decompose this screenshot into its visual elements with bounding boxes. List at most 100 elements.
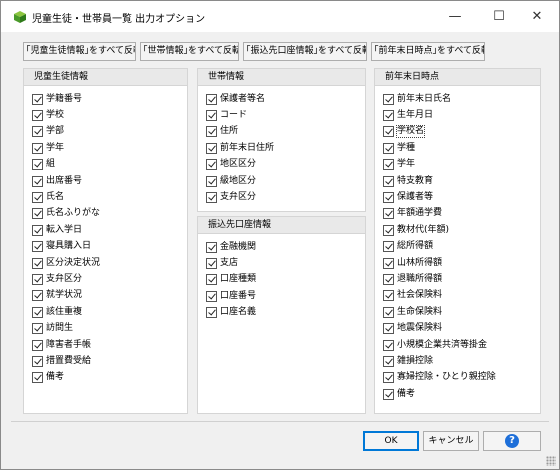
ok-button[interactable]: OK [363, 431, 419, 451]
checkbox[interactable] [383, 192, 394, 204]
checkbox[interactable] [383, 175, 394, 187]
checkbox[interactable] [383, 339, 394, 351]
checkbox-item[interactable]: 前年末日住所 [198, 140, 365, 156]
checkbox-item[interactable]: 社会保険料 [375, 288, 540, 304]
checkbox[interactable] [383, 159, 394, 171]
checkbox[interactable] [32, 175, 43, 187]
checkbox-item[interactable]: 山林所得額 [375, 255, 540, 271]
checkbox-item[interactable]: 支弁区分 [198, 189, 365, 205]
checkbox[interactable] [383, 126, 394, 138]
checkbox[interactable] [383, 355, 394, 367]
checkbox[interactable] [32, 93, 43, 105]
checkbox[interactable] [383, 241, 394, 253]
checkbox[interactable] [383, 273, 394, 285]
checkbox[interactable] [206, 274, 217, 286]
checkbox[interactable] [206, 126, 217, 138]
help-button[interactable]: ? [483, 431, 541, 451]
checkbox-item[interactable]: 保護者等 [375, 189, 540, 205]
checkbox-item[interactable]: 地区区分 [198, 157, 365, 173]
checkbox[interactable] [383, 290, 394, 302]
checkbox-item[interactable]: 就学状況 [24, 288, 187, 304]
checkbox[interactable] [32, 339, 43, 351]
checkbox[interactable] [206, 159, 217, 171]
checkbox-item[interactable]: 生年月日 [375, 107, 540, 123]
checkbox-item[interactable]: 備考 [375, 386, 540, 402]
checkbox[interactable] [383, 372, 394, 384]
checkbox[interactable] [32, 208, 43, 220]
checkbox-item[interactable]: 学校名 [375, 124, 540, 140]
checkbox-item[interactable]: 級地区分 [198, 173, 365, 189]
checkbox-item[interactable]: 特支教育 [375, 173, 540, 189]
checkbox[interactable] [32, 159, 43, 171]
checkbox[interactable] [32, 306, 43, 318]
checkbox[interactable] [32, 241, 43, 253]
checkbox[interactable] [383, 142, 394, 154]
checkbox-item[interactable]: 障害者手帳 [24, 337, 187, 353]
checkbox[interactable] [32, 110, 43, 122]
checkbox-item[interactable]: 訪問生 [24, 320, 187, 336]
checkbox[interactable] [206, 290, 217, 302]
minimize-button[interactable]: — [433, 1, 477, 32]
checkbox-item[interactable]: 転入学日 [24, 222, 187, 238]
checkbox-item[interactable]: 教材代(年額) [375, 222, 540, 238]
checkbox-item[interactable]: 小規模企業共済等掛金 [375, 337, 540, 353]
title-bar[interactable]: 児童生徒・世帯員一覧 出力オプション — ☐ ✕ [1, 1, 559, 32]
checkbox-item[interactable]: 口座名義 [198, 305, 365, 321]
checkbox[interactable] [32, 273, 43, 285]
checkbox[interactable] [32, 323, 43, 335]
checkbox[interactable] [206, 192, 217, 204]
checkbox-item[interactable]: 氏名ふりがな [24, 206, 187, 222]
cancel-button[interactable]: キャンセル [423, 431, 479, 451]
checkbox[interactable] [32, 126, 43, 138]
checkbox-item[interactable]: コード [198, 107, 365, 123]
checkbox-item[interactable]: 区分決定状況 [24, 255, 187, 271]
checkbox-item[interactable]: 前年末日氏名 [375, 91, 540, 107]
checkbox-item[interactable]: 保護者等名 [198, 91, 365, 107]
checkbox[interactable] [206, 110, 217, 122]
checkbox-item[interactable]: 生命保険料 [375, 304, 540, 320]
checkbox-item[interactable]: 学校 [24, 107, 187, 123]
checkbox-item[interactable]: 総所得額 [375, 239, 540, 255]
checkbox[interactable] [383, 257, 394, 269]
checkbox-item[interactable]: 該住重複 [24, 304, 187, 320]
invert-students-button[interactable]: ｢児童生徒情報｣をすべて反転 [23, 42, 136, 61]
checkbox-item[interactable]: 学部 [24, 124, 187, 140]
checkbox-item[interactable]: 住所 [198, 124, 365, 140]
checkbox-item[interactable]: 支店 [198, 255, 365, 271]
checkbox-item[interactable]: 氏名 [24, 189, 187, 205]
checkbox-item[interactable]: 学年 [24, 140, 187, 156]
checkbox[interactable] [206, 258, 217, 270]
checkbox[interactable] [32, 192, 43, 204]
checkbox[interactable] [32, 355, 43, 367]
checkbox[interactable] [32, 372, 43, 384]
checkbox[interactable] [383, 388, 394, 400]
checkbox-item[interactable]: 支弁区分 [24, 271, 187, 287]
invert-prevyear-button[interactable]: ｢前年末日時点｣をすべて反転 [371, 42, 485, 61]
checkbox[interactable] [206, 307, 217, 319]
checkbox[interactable] [32, 142, 43, 154]
checkbox[interactable] [206, 175, 217, 187]
checkbox-item[interactable]: 年額通学費 [375, 206, 540, 222]
checkbox[interactable] [383, 306, 394, 318]
resize-grip[interactable] [546, 456, 556, 466]
checkbox-item[interactable]: 地震保険料 [375, 320, 540, 336]
checkbox-item[interactable]: 寝具購入日 [24, 239, 187, 255]
checkbox-item[interactable]: 学種 [375, 140, 540, 156]
checkbox[interactable] [32, 224, 43, 236]
checkbox-item[interactable]: 組 [24, 157, 187, 173]
invert-bank-button[interactable]: ｢振込先口座情報｣をすべて反転 [243, 42, 367, 61]
checkbox-item[interactable]: 学籍番号 [24, 91, 187, 107]
checkbox[interactable] [32, 257, 43, 269]
checkbox[interactable] [383, 224, 394, 236]
checkbox-item[interactable]: 出席番号 [24, 173, 187, 189]
checkbox[interactable] [383, 93, 394, 105]
checkbox[interactable] [383, 110, 394, 122]
checkbox[interactable] [383, 208, 394, 220]
checkbox-item[interactable]: 備考 [24, 370, 187, 386]
close-button[interactable]: ✕ [515, 1, 559, 32]
checkbox[interactable] [383, 323, 394, 335]
invert-household-button[interactable]: ｢世帯情報｣をすべて反転 [140, 42, 239, 61]
checkbox[interactable] [206, 142, 217, 154]
checkbox[interactable] [206, 93, 217, 105]
checkbox-item[interactable]: 雑損控除 [375, 353, 540, 369]
